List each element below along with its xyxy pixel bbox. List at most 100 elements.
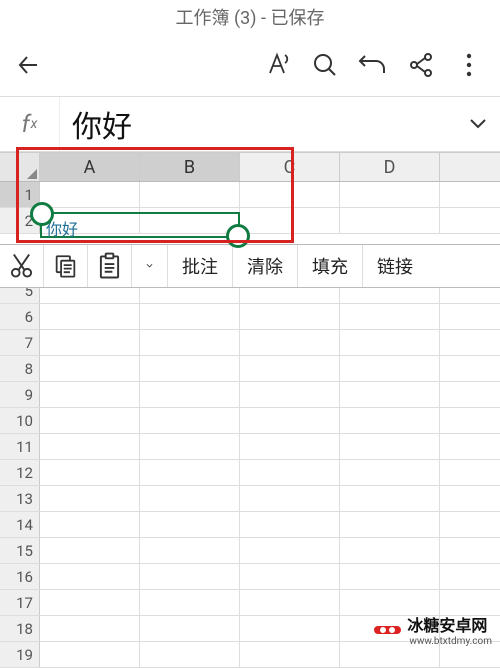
cell[interactable]: [140, 590, 240, 615]
cell[interactable]: [340, 512, 440, 537]
cell[interactable]: [40, 434, 140, 459]
cell[interactable]: [340, 382, 440, 407]
row-header[interactable]: 1: [0, 182, 40, 207]
cell[interactable]: [240, 486, 340, 511]
cell[interactable]: [140, 564, 240, 589]
undo-button[interactable]: [352, 44, 394, 86]
cell[interactable]: [40, 564, 140, 589]
font-style-button[interactable]: [256, 44, 298, 86]
clear-button[interactable]: 清除: [233, 245, 298, 287]
cell[interactable]: [140, 512, 240, 537]
fill-button[interactable]: 填充: [298, 245, 363, 287]
cell[interactable]: [240, 408, 340, 433]
cell[interactable]: [140, 356, 240, 381]
cell[interactable]: [140, 208, 240, 233]
link-button[interactable]: 链接: [363, 245, 427, 287]
row-header[interactable]: 18: [0, 616, 40, 641]
cell[interactable]: [140, 182, 240, 207]
column-header-b[interactable]: B: [140, 153, 240, 181]
cell[interactable]: [140, 616, 240, 641]
context-more-button[interactable]: [132, 245, 168, 287]
row-header[interactable]: 2: [0, 208, 40, 233]
cell[interactable]: [240, 304, 340, 329]
cell[interactable]: [40, 590, 140, 615]
more-button[interactable]: [448, 44, 490, 86]
cell[interactable]: [140, 538, 240, 563]
cell[interactable]: [140, 460, 240, 485]
cell[interactable]: [140, 304, 240, 329]
cell[interactable]: [340, 460, 440, 485]
cell[interactable]: [40, 408, 140, 433]
formula-expand-button[interactable]: [456, 118, 500, 130]
cell[interactable]: [240, 182, 340, 207]
back-button[interactable]: [10, 44, 52, 86]
column-header-d[interactable]: D: [340, 153, 440, 181]
cell[interactable]: [240, 382, 340, 407]
cell[interactable]: [40, 382, 140, 407]
row-header[interactable]: 7: [0, 330, 40, 355]
paste-button[interactable]: [88, 245, 132, 287]
cell[interactable]: [240, 434, 340, 459]
grid-row: 8: [0, 356, 500, 382]
column-header-c[interactable]: C: [240, 153, 340, 181]
select-all-corner[interactable]: [0, 153, 40, 181]
row-header[interactable]: 14: [0, 512, 40, 537]
cell[interactable]: [240, 460, 340, 485]
cell[interactable]: [240, 538, 340, 563]
cell[interactable]: [340, 486, 440, 511]
row-header[interactable]: 16: [0, 564, 40, 589]
cell[interactable]: [340, 330, 440, 355]
cell[interactable]: [240, 512, 340, 537]
cell[interactable]: [340, 564, 440, 589]
cell[interactable]: [40, 486, 140, 511]
cell[interactable]: [40, 538, 140, 563]
cell[interactable]: [140, 330, 240, 355]
cell[interactable]: [140, 642, 240, 667]
cell[interactable]: [240, 208, 340, 233]
cell[interactable]: [140, 408, 240, 433]
cell[interactable]: [40, 356, 140, 381]
cell[interactable]: [240, 564, 340, 589]
cell[interactable]: [340, 304, 440, 329]
row-header[interactable]: 8: [0, 356, 40, 381]
cell-a1-value[interactable]: 你好: [46, 216, 78, 240]
cell[interactable]: [340, 538, 440, 563]
cell[interactable]: [340, 434, 440, 459]
column-header-a[interactable]: A: [40, 153, 140, 181]
cell[interactable]: [40, 330, 140, 355]
cell[interactable]: [240, 356, 340, 381]
cell[interactable]: [340, 356, 440, 381]
cell[interactable]: [40, 460, 140, 485]
cell[interactable]: [340, 208, 440, 233]
row-header[interactable]: 6: [0, 304, 40, 329]
cell[interactable]: [240, 616, 340, 641]
cell[interactable]: [140, 486, 240, 511]
cell[interactable]: [40, 512, 140, 537]
formula-input[interactable]: 你好: [60, 102, 456, 146]
cell[interactable]: [240, 590, 340, 615]
row-header[interactable]: 11: [0, 434, 40, 459]
row-header[interactable]: 15: [0, 538, 40, 563]
row-header[interactable]: 9: [0, 382, 40, 407]
cell[interactable]: [40, 616, 140, 641]
cell[interactable]: [40, 642, 140, 667]
row-header[interactable]: 12: [0, 460, 40, 485]
copy-button[interactable]: [44, 245, 88, 287]
grid-row: 10: [0, 408, 500, 434]
row-header[interactable]: 17: [0, 590, 40, 615]
cell[interactable]: [240, 642, 340, 667]
row-header[interactable]: 13: [0, 486, 40, 511]
row-header[interactable]: 19: [0, 642, 40, 667]
cell[interactable]: [140, 382, 240, 407]
cell[interactable]: [340, 182, 440, 207]
cell[interactable]: [340, 408, 440, 433]
cell[interactable]: [140, 434, 240, 459]
search-button[interactable]: [304, 44, 346, 86]
annotate-button[interactable]: 批注: [168, 245, 233, 287]
row-header[interactable]: 10: [0, 408, 40, 433]
share-button[interactable]: [400, 44, 442, 86]
cell[interactable]: [40, 304, 140, 329]
cut-button[interactable]: [0, 245, 44, 287]
cell[interactable]: [240, 330, 340, 355]
cell[interactable]: [40, 182, 140, 207]
